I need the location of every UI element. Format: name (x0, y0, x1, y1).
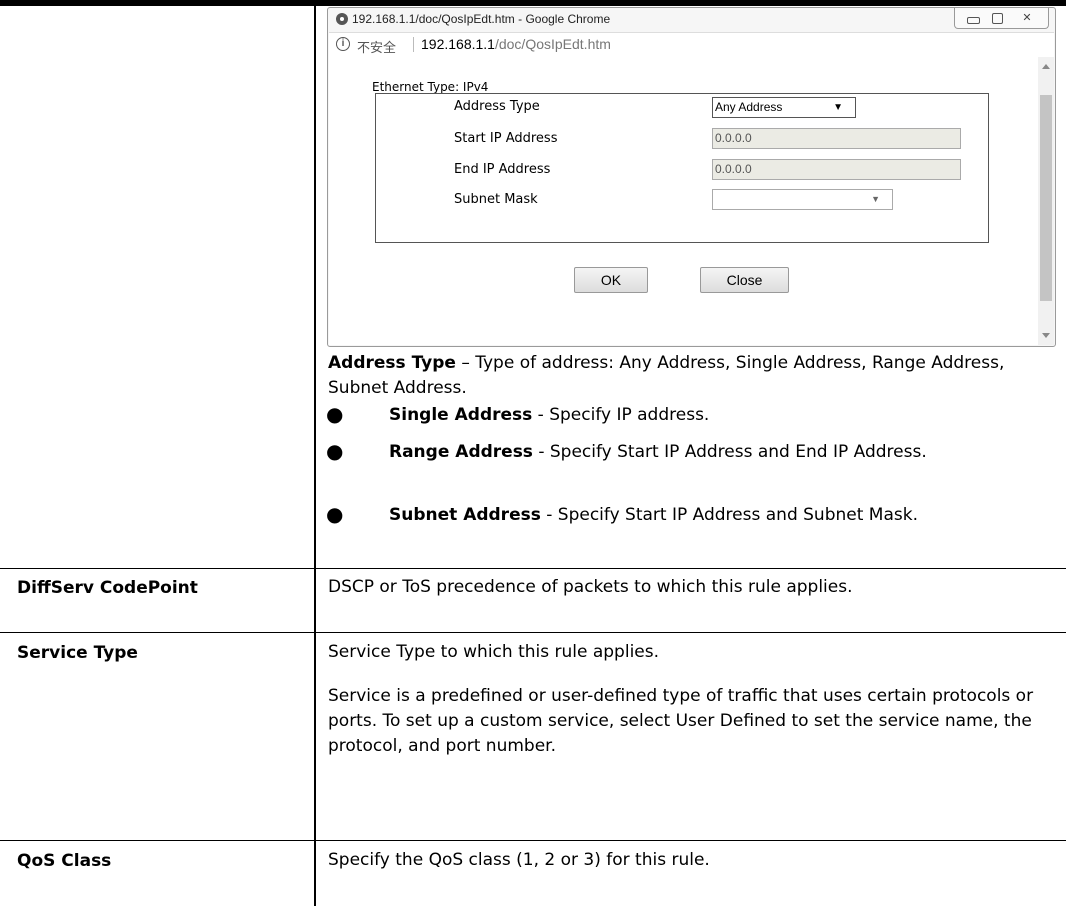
address-type-label: Address Type (454, 99, 540, 114)
dropdown-arrow-icon: ▼ (833, 102, 843, 113)
address-type-description: Address Type – Type of address: Any Addr… (328, 351, 1053, 401)
maximize-icon[interactable] (987, 11, 1007, 25)
browser-popup-window: 192.168.1.1/doc/QosIpEdt.htm - Google Ch… (327, 7, 1056, 347)
ethernet-type-label: Ethernet Type: IPv4 (372, 80, 489, 94)
qos-class-description: Specify the QoS class (1, 2 or 3) for th… (328, 850, 710, 870)
scroll-up-icon[interactable] (1042, 64, 1050, 69)
diffserv-codepoint-term: DiffServ CodePoint (17, 578, 198, 598)
service-type-detail: Service is a predefined or user-defined … (328, 686, 1034, 756)
popup-scrollbar[interactable] (1038, 57, 1054, 345)
url-host: 192.168.1.1 (421, 36, 495, 52)
bullet-range-address: Range Address - Specify Start IP Address… (389, 440, 1049, 465)
minimize-icon[interactable] (963, 11, 983, 25)
window-title: 192.168.1.1/doc/QosIpEdt.htm - Google Ch… (352, 12, 611, 26)
service-type-term: Service Type (17, 643, 138, 663)
bullet-text: - Specify IP address. (532, 405, 710, 425)
chrome-icon (336, 13, 348, 25)
bullet-subnet-address: Subnet Address - Specify Start IP Addres… (389, 503, 1049, 528)
bullet-text: - Specify Start IP Address and Subnet Ma… (540, 505, 918, 525)
info-icon[interactable]: i (336, 37, 350, 51)
close-button[interactable]: Close (700, 267, 789, 293)
end-ip-input[interactable]: 0.0.0.0 (712, 159, 961, 180)
start-ip-input[interactable]: 0.0.0.0 (712, 128, 961, 149)
table-column-divider (314, 6, 316, 906)
address-type-select[interactable]: Any Address ▼ (712, 97, 856, 118)
bullet-term: Single Address (389, 405, 533, 425)
url-path: /doc/QosIpEdt.htm (494, 36, 611, 52)
address-type-value: Any Address (715, 100, 783, 114)
start-ip-label: Start IP Address (454, 131, 558, 146)
row-divider (0, 840, 1066, 841)
popup-content: Ethernet Type: IPv4 Address Type Any Add… (329, 57, 1038, 345)
bullet-text: - Specify Start IP Address and End IP Ad… (532, 442, 927, 462)
table-top-border (0, 0, 1066, 6)
scroll-down-icon[interactable] (1042, 333, 1050, 338)
bullet-icon: ● (326, 502, 344, 526)
bullet-icon: ● (326, 439, 344, 463)
row-divider (0, 568, 1066, 569)
window-titlebar: 192.168.1.1/doc/QosIpEdt.htm - Google Ch… (328, 8, 1055, 32)
close-icon[interactable]: ✕ (1017, 11, 1037, 25)
address-settings-frame: Address Type Any Address ▼ Start IP Addr… (375, 93, 989, 243)
ok-button[interactable]: OK (574, 267, 648, 293)
qos-class-term: QoS Class (17, 851, 112, 871)
window-controls: ✕ (954, 8, 1049, 29)
url-text[interactable]: 192.168.1.1/doc/QosIpEdt.htm (421, 36, 611, 52)
address-bar[interactable]: i 不安全 192.168.1.1/doc/QosIpEdt.htm (329, 32, 1054, 58)
subnet-mask-select[interactable]: ▼ (712, 189, 893, 210)
bullet-single-address: Single Address - Specify IP address. (389, 403, 1049, 428)
bullet-icon: ● (326, 402, 344, 426)
end-ip-label: End IP Address (454, 162, 551, 177)
dropdown-arrow-icon: ▼ (871, 194, 880, 204)
insecure-label: 不安全 (357, 40, 397, 55)
diffserv-codepoint-description: DSCP or ToS precedence of packets to whi… (328, 577, 853, 597)
address-separator (413, 37, 414, 52)
scroll-thumb[interactable] (1040, 95, 1052, 301)
bullet-term: Range Address (389, 442, 533, 462)
bullet-term: Subnet Address (389, 505, 541, 525)
address-type-term: Address Type (328, 353, 456, 373)
row-divider (0, 632, 1066, 633)
subnet-mask-label: Subnet Mask (454, 192, 538, 207)
service-type-description: Service Type to which this rule applies. (328, 642, 660, 662)
